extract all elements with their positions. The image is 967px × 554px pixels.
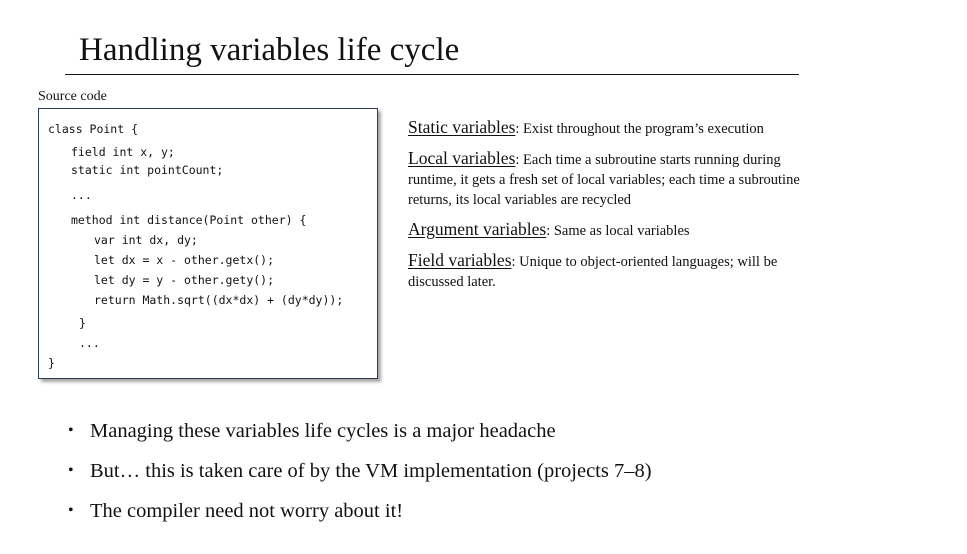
code-line: let dx = x - other.getx(); bbox=[94, 253, 275, 267]
code-line: } bbox=[79, 316, 86, 330]
bullet-text: Managing these variables life cycles is … bbox=[90, 420, 556, 442]
bullet-text: The compiler need not worry about it! bbox=[90, 500, 404, 522]
code-line: } bbox=[48, 356, 55, 370]
bullet-marker: • bbox=[68, 422, 74, 439]
title-underline bbox=[65, 74, 799, 75]
code-line: var int dx, dy; bbox=[94, 233, 198, 247]
code-line: let dy = y - other.gety(); bbox=[94, 273, 275, 287]
variable-definitions: Static variables: Exist throughout the p… bbox=[408, 117, 818, 301]
definition-argument: Argument variables: Same as local variab… bbox=[408, 219, 818, 241]
term-field-variables: Field variables bbox=[408, 250, 512, 270]
definition-field: Field variables: Unique to object-orient… bbox=[408, 250, 818, 292]
source-code-box: class Point { field int x, y; static int… bbox=[38, 108, 378, 379]
code-line: ... bbox=[71, 188, 92, 202]
definition-local: Local variables: Each time a subroutine … bbox=[408, 148, 818, 210]
bullet-text: But… this is taken care of by the VM imp… bbox=[90, 460, 652, 482]
code-line: ... bbox=[79, 336, 100, 350]
definition-text: : Exist throughout the program’s executi… bbox=[515, 121, 764, 137]
code-line: static int pointCount; bbox=[71, 163, 224, 177]
term-argument-variables: Argument variables bbox=[408, 219, 547, 239]
source-code-caption: Source code bbox=[38, 89, 107, 104]
definition-static: Static variables: Exist throughout the p… bbox=[408, 117, 818, 139]
code-line: return Math.sqrt((dx*dx) + (dy*dy)); bbox=[94, 293, 344, 307]
term-local-variables: Local variables bbox=[408, 148, 516, 168]
bullet-marker: • bbox=[68, 462, 74, 479]
term-static-variables: Static variables bbox=[408, 117, 516, 137]
slide-title: Handling variables life cycle bbox=[79, 32, 460, 68]
definition-text: : Same as local variables bbox=[546, 223, 690, 239]
code-line: class Point { bbox=[48, 122, 139, 136]
bullet-marker: • bbox=[68, 502, 74, 519]
code-line: method int distance(Point other) { bbox=[71, 213, 307, 227]
code-line: field int x, y; bbox=[71, 145, 175, 159]
